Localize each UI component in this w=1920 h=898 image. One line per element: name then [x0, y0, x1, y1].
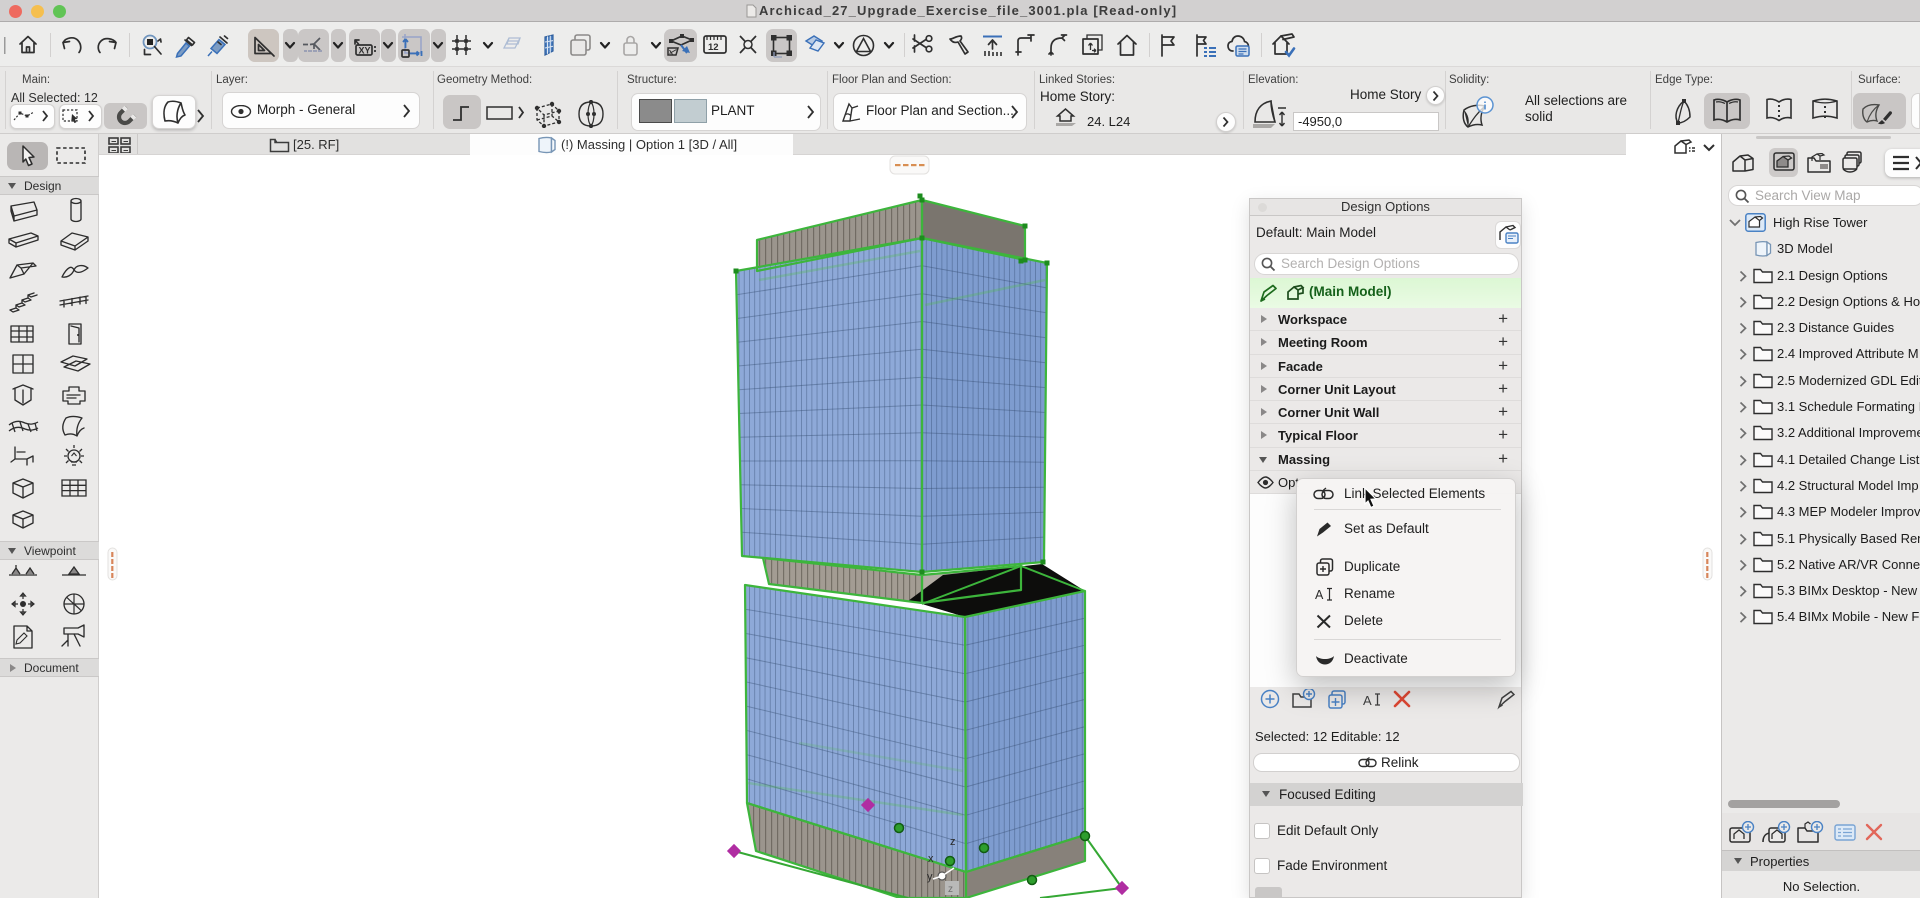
svg-text:z: z — [948, 884, 953, 895]
svg-text:z: z — [950, 836, 956, 848]
svg-text:12: 12 — [708, 42, 719, 53]
svg-text:x: x — [928, 853, 934, 865]
svg-text:XY: XY — [359, 46, 371, 56]
svg-text:A: A — [1363, 693, 1372, 708]
svg-text:A: A — [1315, 588, 1324, 602]
svg-text:y: y — [927, 871, 933, 883]
